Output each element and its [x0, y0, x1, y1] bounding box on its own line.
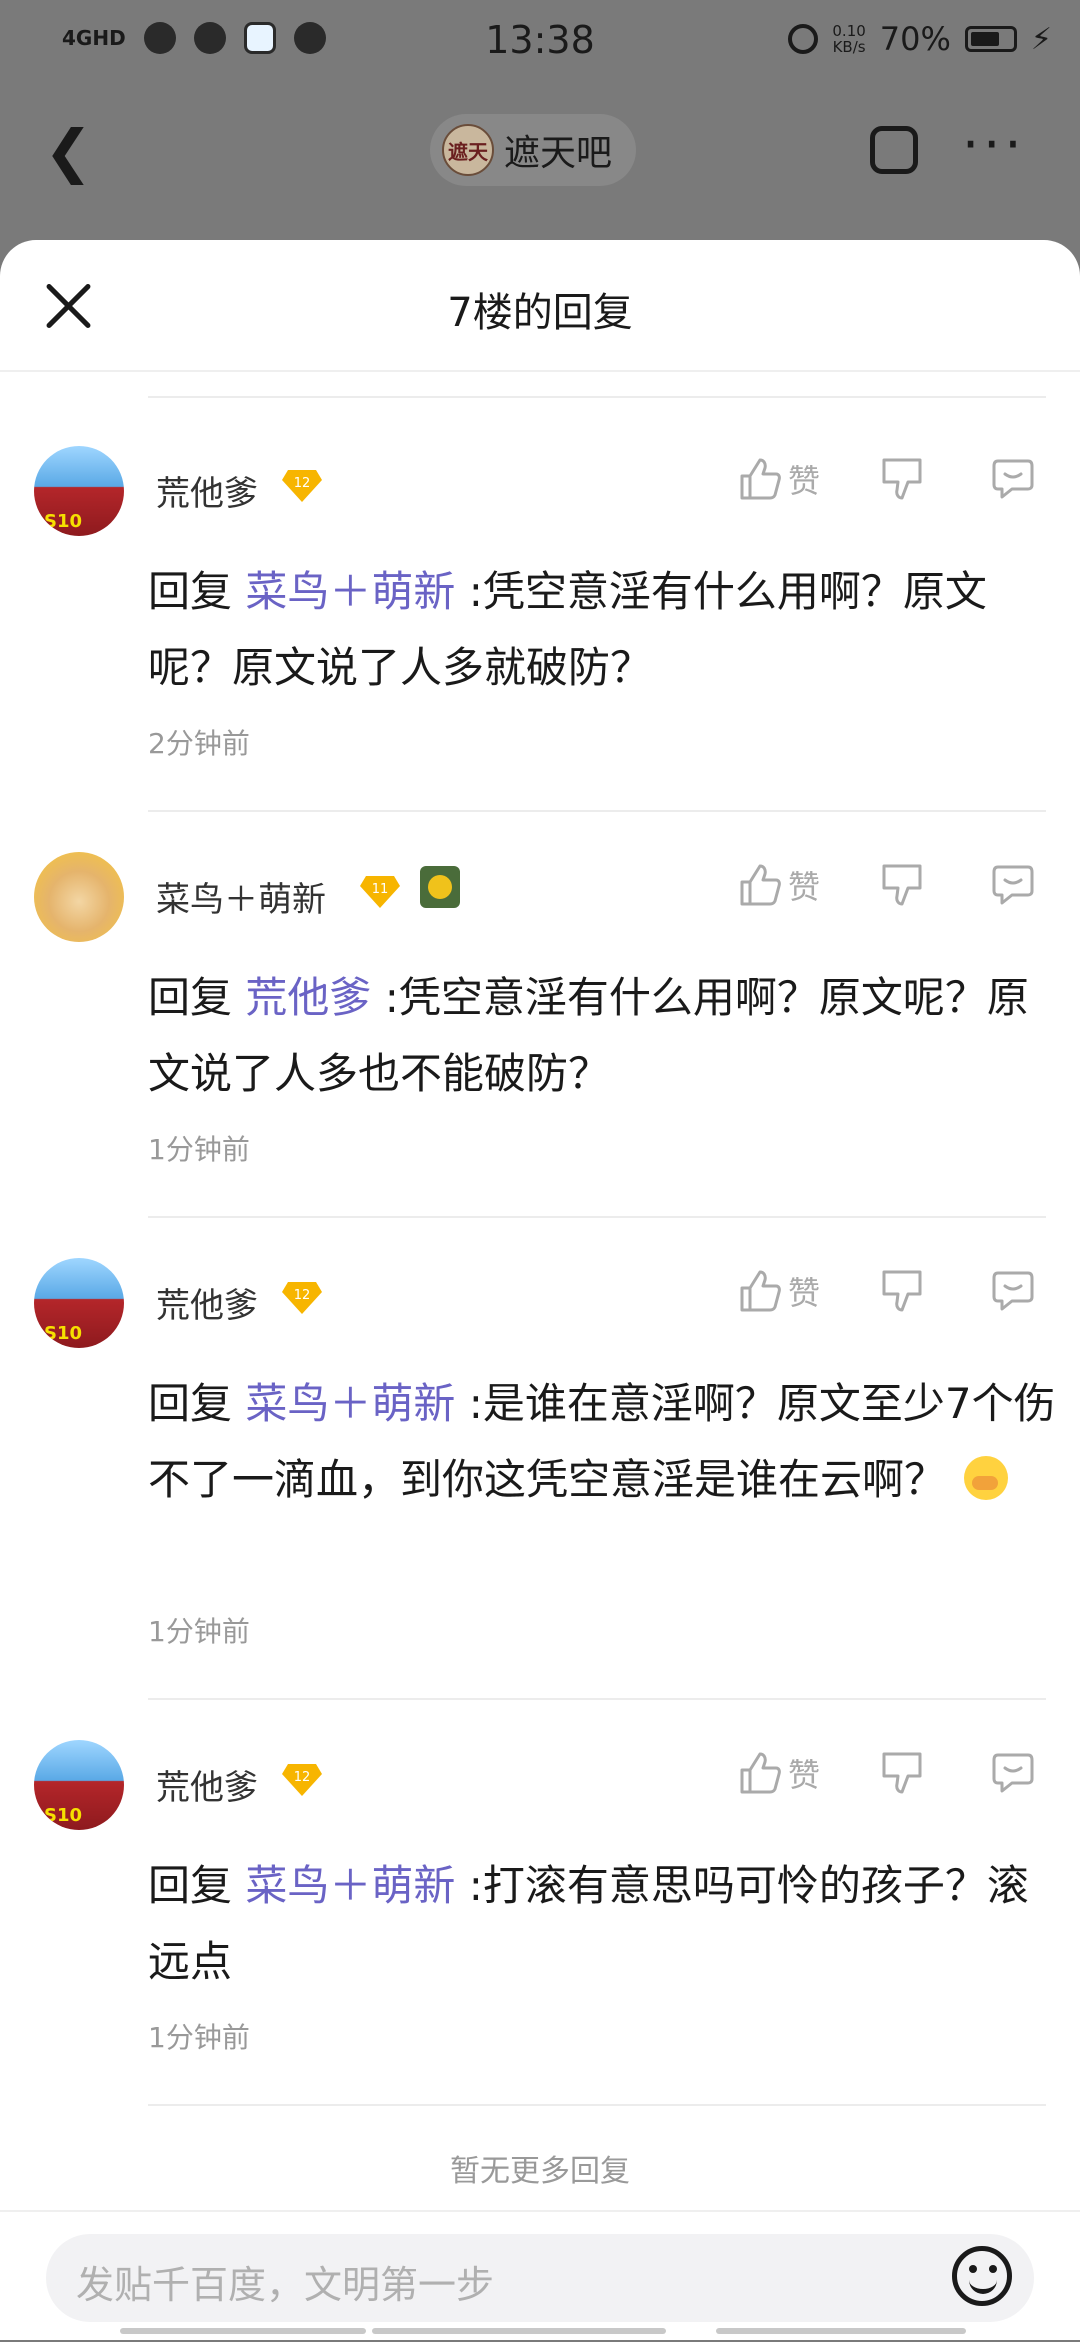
avatar[interactable]: [34, 852, 124, 942]
divider: [148, 1216, 1046, 1218]
username[interactable]: 荒他爹: [156, 1278, 258, 1327]
emoji-icon[interactable]: [952, 2246, 1012, 2306]
avatar-badge: S10: [44, 511, 83, 532]
divider: [148, 1698, 1046, 1700]
comment-body: 回复 菜鸟＋萌新 :是谁在意淫啊？原文至少7个伤不了一滴血，到你这凭空意淫是谁在…: [148, 1366, 1058, 1518]
forum-name: 遮天吧: [504, 133, 613, 174]
dislike-button[interactable]: [880, 858, 924, 912]
reply-button[interactable]: [990, 452, 1036, 506]
level-badge-icon: 12: [282, 1762, 322, 1796]
dislike-button[interactable]: [880, 452, 924, 506]
battery-percent: 70%: [879, 20, 951, 58]
like-label: 赞: [788, 1756, 821, 1794]
divider: [148, 810, 1046, 812]
comment-bubble-icon: [992, 1753, 1034, 1793]
back-icon[interactable]: ❮: [44, 122, 93, 180]
giggle-emoji-icon: [964, 1456, 1009, 1500]
reply-input[interactable]: 发贴千百度，文明第一步: [46, 2234, 1034, 2322]
charging-icon: ⚡: [1030, 21, 1052, 57]
mention-link[interactable]: 荒他爹: [245, 973, 371, 1022]
reply-button[interactable]: [990, 1746, 1036, 1800]
level-number: 12: [294, 1288, 311, 1303]
like-button[interactable]: 赞: [738, 1264, 820, 1318]
forum-pill[interactable]: 遮天 遮天吧: [430, 114, 637, 186]
thumbs-down-icon: [882, 864, 922, 906]
divider: [148, 396, 1046, 398]
like-button[interactable]: 赞: [738, 1746, 820, 1800]
comment-body: 回复 菜鸟＋萌新 :凭空意淫有什么用啊？原文呢？原文说了人多就破防？: [148, 554, 1058, 706]
mention-link[interactable]: 菜鸟＋萌新: [245, 1861, 455, 1910]
forum-logo: 遮天: [442, 124, 494, 176]
level-number: 11: [372, 882, 389, 897]
comment-time: 1分钟前: [148, 1615, 250, 1648]
reply-prefix: 回复: [148, 1379, 233, 1428]
comment-time: 1分钟前: [148, 1133, 250, 1166]
thumbs-up-icon: [740, 1752, 781, 1794]
comment-time: 1分钟前: [148, 2021, 250, 2054]
battery-fill: [970, 32, 999, 46]
reply-prefix: 回复: [148, 1861, 233, 1910]
like-button[interactable]: 赞: [738, 452, 820, 506]
sheet-title: 7楼的回复: [447, 290, 633, 336]
reply-button[interactable]: [990, 858, 1036, 912]
network-speed: 0.10 KB/s: [832, 23, 865, 55]
thumbs-down-icon: [882, 1752, 922, 1794]
mention-link[interactable]: 菜鸟＋萌新: [245, 567, 455, 616]
avatar[interactable]: S10: [34, 1740, 124, 1830]
dislike-button[interactable]: [880, 1264, 924, 1318]
sheet-header: 7楼的回复: [0, 240, 1080, 372]
like-label: 赞: [788, 462, 821, 500]
divider: [148, 2104, 1046, 2106]
dislike-button[interactable]: [880, 1746, 924, 1800]
status-right: 0.10 KB/s 70% ⚡: [788, 20, 1052, 58]
comment-body: 回复 荒他爹 :凭空意淫有什么用啊？原文呢？原文说了人多也不能破防？: [148, 960, 1058, 1112]
level-number: 12: [294, 476, 311, 491]
comment-bubble-icon: [992, 865, 1034, 905]
comment-body: 回复 菜鸟＋萌新 :打滚有意思吗可怜的孩子？滚远点: [148, 1848, 1058, 2000]
input-placeholder: 发贴千百度，文明第一步: [76, 2263, 495, 2307]
level-badge-icon: 12: [282, 1280, 322, 1314]
share-icon[interactable]: [870, 126, 918, 174]
like-button[interactable]: 赞: [738, 858, 820, 912]
comment-bubble-icon: [992, 1271, 1034, 1311]
like-label: 赞: [788, 868, 821, 906]
comment-time: 2分钟前: [148, 727, 250, 760]
level-number: 12: [294, 1770, 311, 1785]
thumbs-up-icon: [740, 1270, 781, 1312]
reply-footer: 发贴千百度，文明第一步: [0, 2210, 1080, 2342]
nav-bar-segment: [372, 2328, 666, 2334]
thumbs-up-icon: [740, 458, 781, 500]
no-more-replies: 暂无更多回复: [450, 2154, 630, 2189]
avatar[interactable]: S10: [34, 446, 124, 536]
alarm-icon: [788, 24, 819, 54]
medal-icon[interactable]: [420, 866, 460, 908]
speed-unit: KB/s: [832, 38, 866, 56]
avatar-badge: S10: [44, 1805, 83, 1826]
status-bar: 4GHD 13:38 0.10 KB/s 70% ⚡: [0, 0, 1080, 84]
reply-prefix: 回复: [148, 973, 233, 1022]
mention-link[interactable]: 菜鸟＋萌新: [245, 1379, 455, 1428]
reply-button[interactable]: [990, 1264, 1036, 1318]
nav-bar-segment: [716, 2328, 966, 2334]
reply-prefix: 回复: [148, 567, 233, 616]
like-label: 赞: [788, 1274, 821, 1312]
avatar[interactable]: S10: [34, 1258, 124, 1348]
top-nav: ❮ 遮天 遮天吧 ···: [0, 100, 1080, 200]
username[interactable]: 荒他爹: [156, 1760, 258, 1809]
battery-icon: [964, 26, 1017, 52]
level-badge-icon: 12: [282, 468, 322, 502]
thumbs-up-icon: [740, 864, 781, 906]
more-icon[interactable]: ···: [962, 118, 1026, 172]
nav-bar-segment: [120, 2328, 366, 2334]
username[interactable]: 荒他爹: [156, 466, 258, 515]
comment-bubble-icon: [992, 459, 1034, 499]
reply-sheet: 7楼的回复 S10 荒他爹 12 赞 回复 菜鸟＋萌新 :凭空意淫有什么用啊？原…: [0, 240, 1080, 2340]
thumbs-down-icon: [882, 458, 922, 500]
thumbs-down-icon: [882, 1270, 922, 1312]
username[interactable]: 菜鸟＋萌新: [156, 872, 326, 921]
level-badge-icon: 11: [360, 874, 400, 908]
avatar-badge: S10: [44, 1323, 83, 1344]
